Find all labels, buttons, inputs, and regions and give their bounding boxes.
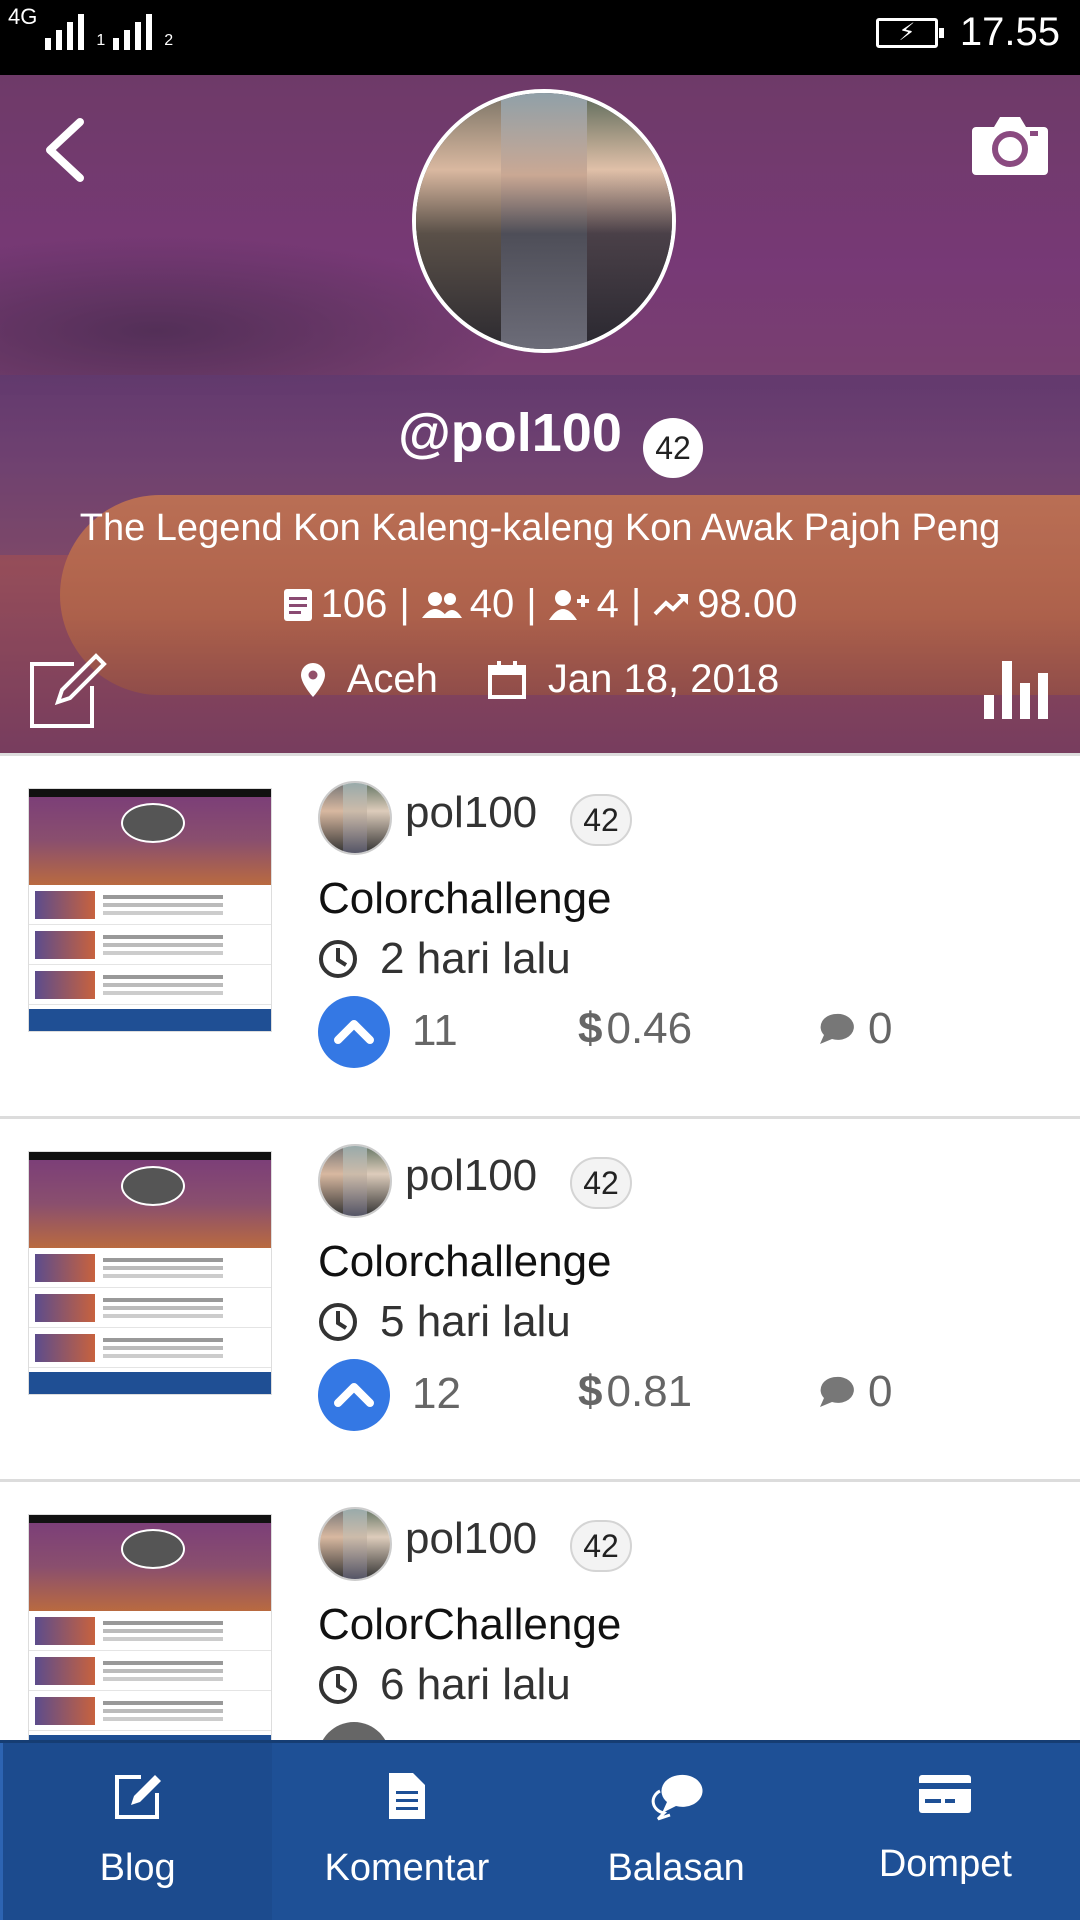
status-bar: 4G 1 2 ⚡ 17.55 [0, 0, 1080, 75]
author-avatar[interactable] [318, 781, 392, 855]
post-thumbnail[interactable] [28, 1151, 272, 1395]
sim1-label: 1 [96, 32, 106, 49]
signal-icon-sim2 [113, 12, 153, 50]
stats-button[interactable] [982, 655, 1052, 719]
signal-icon-sim1 [45, 12, 85, 50]
chat-bubbles-icon [651, 1774, 703, 1821]
author-reputation-badge: 42 [570, 1157, 632, 1209]
nav-balasan[interactable]: Balasan [542, 1743, 811, 1920]
post-author[interactable]: pol100 [405, 1151, 537, 1201]
profile-bio: The Legend Kon Kaleng-kaleng Kon Awak Pa… [79, 507, 1001, 549]
location-pin-icon [300, 662, 325, 697]
post-payout: $0.81 [578, 1367, 692, 1417]
payout-value: 0.46 [606, 1004, 693, 1053]
sim2-label: 2 [164, 32, 174, 49]
power-value: 98.00 [697, 582, 798, 626]
post-time-text: 2 hari lalu [380, 934, 571, 983]
joined-date: Jan 18, 2018 [547, 657, 780, 701]
following-count: 4 [596, 582, 619, 626]
post-title[interactable]: ColorChallenge [318, 1600, 621, 1650]
post-card[interactable]: pol100 42 ColorChallenge 6 hari lalu [0, 1479, 1080, 1740]
signal-indicators: 4G 1 2 [8, 6, 174, 50]
comment-icon [820, 1013, 854, 1044]
followers-count: 40 [469, 582, 515, 626]
comments-value: 0 [868, 1367, 893, 1416]
post-author[interactable]: pol100 [405, 788, 537, 838]
change-cover-button[interactable] [970, 113, 1050, 177]
upvote-button[interactable] [318, 1359, 390, 1431]
nav-dompet-label: Dompet [878, 1843, 1012, 1885]
location-text: Aceh [346, 657, 438, 701]
following-icon [548, 589, 589, 620]
profile-header: @pol100 42 The Legend Kon Kaleng-kaleng … [0, 75, 1080, 753]
chevron-up-icon [334, 1020, 374, 1044]
post-time: 6 hari lalu [318, 1660, 571, 1710]
edit-icon [30, 653, 107, 728]
post-time-text: 6 hari lalu [380, 1660, 571, 1709]
nav-dompet[interactable]: Dompet [811, 1743, 1080, 1920]
post-thumbnail[interactable] [28, 788, 272, 1032]
post-title[interactable]: Colorchallenge [318, 874, 612, 924]
post-time: 2 hari lalu [318, 934, 571, 984]
clock-icon [319, 1666, 357, 1704]
bottom-navigation: Blog Komentar Balasan Dompet [0, 1740, 1080, 1920]
profile-stats: 106 | 40 | 4 | 98.00 [0, 582, 1080, 627]
post-list[interactable]: pol100 42 Colorchallenge 2 hari lalu 11 … [0, 753, 1080, 1740]
posts-count: 106 [320, 582, 388, 626]
author-reputation-badge: 42 [570, 794, 632, 846]
bar-chart-icon [984, 661, 1048, 719]
camera-icon [972, 117, 1048, 175]
nav-blog-label: Blog [99, 1847, 176, 1889]
profile-meta: Aceh Jan 18, 2018 [0, 657, 1080, 702]
comments-count[interactable]: 0 [816, 1367, 892, 1417]
edit-profile-button[interactable] [28, 650, 108, 730]
payout-value: 0.81 [606, 1367, 693, 1416]
chevron-left-icon [46, 118, 84, 182]
trending-up-icon [653, 593, 689, 615]
post-card[interactable]: pol100 42 Colorchallenge 5 hari lalu 12 … [0, 1116, 1080, 1479]
back-button[interactable] [38, 110, 98, 190]
network-type: 4G [8, 4, 38, 29]
post-payout: $0.46 [578, 1004, 692, 1054]
clock: 17.55 [959, 10, 1060, 54]
calendar-icon [487, 660, 526, 699]
post-author[interactable]: pol100 [405, 1514, 537, 1564]
comments-value: 0 [868, 1004, 893, 1053]
post-time: 5 hari lalu [318, 1297, 571, 1347]
nav-komentar-label: Komentar [324, 1847, 490, 1889]
dollar-icon: $ [578, 1367, 603, 1416]
vote-count: 11 [412, 1006, 458, 1055]
upvote-button[interactable] [318, 1722, 390, 1740]
author-avatar[interactable] [318, 1507, 392, 1581]
vote-count: 12 [412, 1369, 461, 1418]
author-avatar[interactable] [318, 1144, 392, 1218]
comments-count[interactable]: 0 [816, 1004, 892, 1054]
post-card[interactable]: pol100 42 Colorchallenge 2 hari lalu 11 … [0, 753, 1080, 1116]
credit-card-icon [919, 1775, 972, 1813]
profile-username: @pol100 [398, 403, 622, 463]
post-time-text: 5 hari lalu [380, 1297, 571, 1346]
edit-icon [114, 1775, 161, 1819]
posts-icon [283, 588, 312, 621]
post-title[interactable]: Colorchallenge [318, 1237, 612, 1287]
nav-komentar[interactable]: Komentar [272, 1743, 541, 1920]
comment-icon [820, 1376, 854, 1407]
nav-blog[interactable]: Blog [0, 1743, 273, 1920]
followers-icon [421, 591, 462, 618]
post-thumbnail[interactable] [28, 1514, 272, 1740]
upvote-button[interactable] [318, 996, 390, 1068]
clock-icon [319, 1303, 357, 1341]
battery-charging-icon: ⚡ [875, 17, 944, 48]
profile-avatar[interactable] [412, 89, 676, 353]
document-icon [388, 1773, 425, 1819]
clock-icon [319, 940, 357, 978]
dollar-icon: $ [578, 1004, 603, 1053]
chevron-up-icon [334, 1383, 374, 1407]
reputation-badge: 42 [643, 418, 703, 478]
nav-balasan-label: Balasan [607, 1847, 745, 1889]
author-reputation-badge: 42 [570, 1520, 632, 1572]
